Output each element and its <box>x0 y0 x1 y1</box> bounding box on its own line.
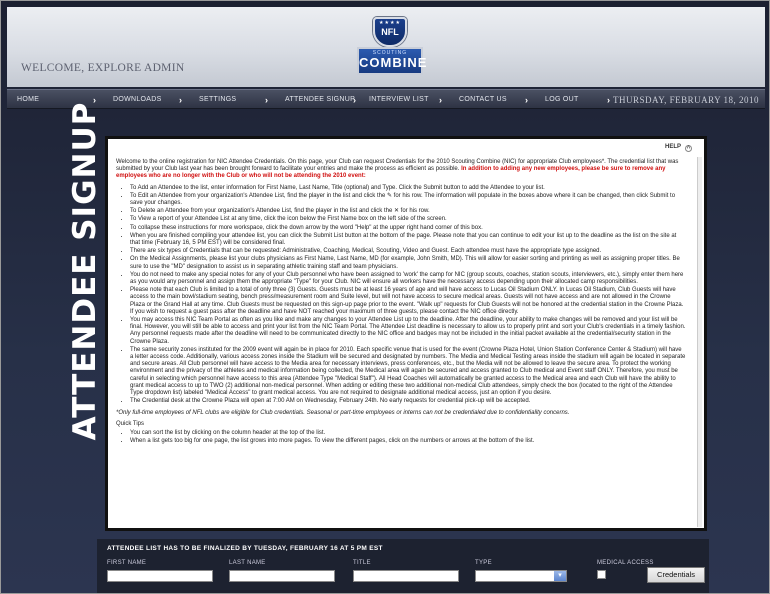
list-item: When a list gets too big for one page, t… <box>130 438 686 445</box>
nfl-shield-icon: ★★★★ NFL <box>373 17 407 47</box>
nav-interview-list[interactable]: INTERVIEW LIST <box>369 90 429 110</box>
medical-access-label: MEDICAL ACCESS <box>597 560 654 566</box>
first-name-input[interactable] <box>107 570 213 582</box>
nav-contact-us[interactable]: CONTACT US <box>459 90 507 110</box>
list-item: You may access this NIC Team Portal as o… <box>130 317 686 346</box>
header: WELCOME, EXPLORE ADMIN ★★★★ NFL SCOUTING… <box>7 7 765 87</box>
list-item: To View a report of your Attendee List a… <box>130 216 686 223</box>
app-window: WELCOME, EXPLORE ADMIN ★★★★ NFL SCOUTING… <box>0 0 770 594</box>
nav-arrow-icon: › <box>439 95 442 105</box>
logo-nfl-text: NFL <box>381 27 399 37</box>
intro-paragraph: Welcome to the online registration for N… <box>116 159 686 181</box>
help-label: HELP <box>664 144 681 150</box>
medical-access-checkbox[interactable] <box>597 570 606 579</box>
nav-log-out[interactable]: LOG OUT <box>545 90 579 110</box>
help-toggle[interactable]: HELP ˄ <box>665 144 692 152</box>
instruction-list: To Add an Attendee to the list, enter in… <box>130 185 686 406</box>
title-input[interactable] <box>353 570 459 582</box>
list-item: To collapse these instructions for more … <box>130 225 686 232</box>
type-label: TYPE <box>475 560 492 566</box>
nav-settings[interactable]: SETTINGS <box>199 90 236 110</box>
title-label: TITLE <box>353 560 371 566</box>
footnote: *Only full-time employees of NFL clubs a… <box>116 409 570 416</box>
last-name-input[interactable] <box>229 570 335 582</box>
list-item: When you are finished compiling your att… <box>130 233 686 247</box>
page-title: ATTENDEE SIGNUP <box>67 101 103 441</box>
list-item: You do not need to make any special note… <box>130 272 686 286</box>
quick-tips-title: Quick Tips <box>116 420 145 427</box>
attendee-form: ATTENDEE LIST HAS TO BE FINALIZED BY TUE… <box>97 539 709 593</box>
dropdown-arrow-icon[interactable]: ▾ <box>554 571 566 581</box>
nav-date: THURSDAY, FEBRUARY 18, 2010 <box>613 95 759 105</box>
page-title-container: ATTENDEE SIGNUP <box>65 102 105 441</box>
logo-main-text: COMBINE <box>359 55 428 70</box>
last-name-label: LAST NAME <box>229 560 266 566</box>
combine-logo[interactable]: ★★★★ NFL SCOUTING COMBINE <box>357 17 428 77</box>
nav-attendee-signup[interactable]: ATTENDEE SIGNUP <box>285 90 355 110</box>
list-item: To Delete an Attendee from your organiza… <box>130 208 686 215</box>
welcome-text: WELCOME, EXPLORE ADMIN <box>21 62 185 74</box>
list-item: To Edit an Attendee from your organizati… <box>130 193 686 207</box>
first-name-label: FIRST NAME <box>107 560 147 566</box>
nav-arrow-icon: › <box>607 95 610 105</box>
nav-arrow-icon: › <box>265 95 268 105</box>
list-item: The same security zones instituted for t… <box>130 347 686 397</box>
list-item: There are six types of Credentials that … <box>130 248 686 255</box>
nav-arrow-icon: › <box>525 95 528 105</box>
list-item: To Add an Attendee to the list, enter in… <box>130 185 686 192</box>
collapse-arrow-icon[interactable]: ˄ <box>685 145 692 152</box>
nav-downloads[interactable]: DOWNLOADS <box>113 90 162 110</box>
list-item: Please note that each Club is limited to… <box>130 287 686 316</box>
list-item: You can sort the list by clicking on the… <box>130 430 686 437</box>
list-item: On the Medical Assignments, please list … <box>130 256 686 270</box>
nav-arrow-icon: › <box>353 95 356 105</box>
logo-ribbon: SCOUTING COMBINE <box>357 47 428 75</box>
type-select[interactable]: ▾ <box>475 570 567 582</box>
credentials-button[interactable]: Credentials <box>647 567 705 583</box>
nav-home[interactable]: HOME <box>17 90 39 110</box>
instructions-panel: HELP ˄ Welcome to the online registration… <box>105 136 707 531</box>
quick-tips-list: You can sort the list by clicking on the… <box>130 430 686 445</box>
main-nav: HOME › DOWNLOADS › SETTINGS › ATTENDEE S… <box>7 89 765 109</box>
panel-scrollbar[interactable] <box>697 157 702 527</box>
nav-arrow-icon: › <box>179 95 182 105</box>
finalize-notice: ATTENDEE LIST HAS TO BE FINALIZED BY TUE… <box>107 545 383 552</box>
list-item: The Credential desk at the Crowne Plaza … <box>130 398 686 405</box>
instructions-content: Welcome to the online registration for N… <box>116 159 686 449</box>
